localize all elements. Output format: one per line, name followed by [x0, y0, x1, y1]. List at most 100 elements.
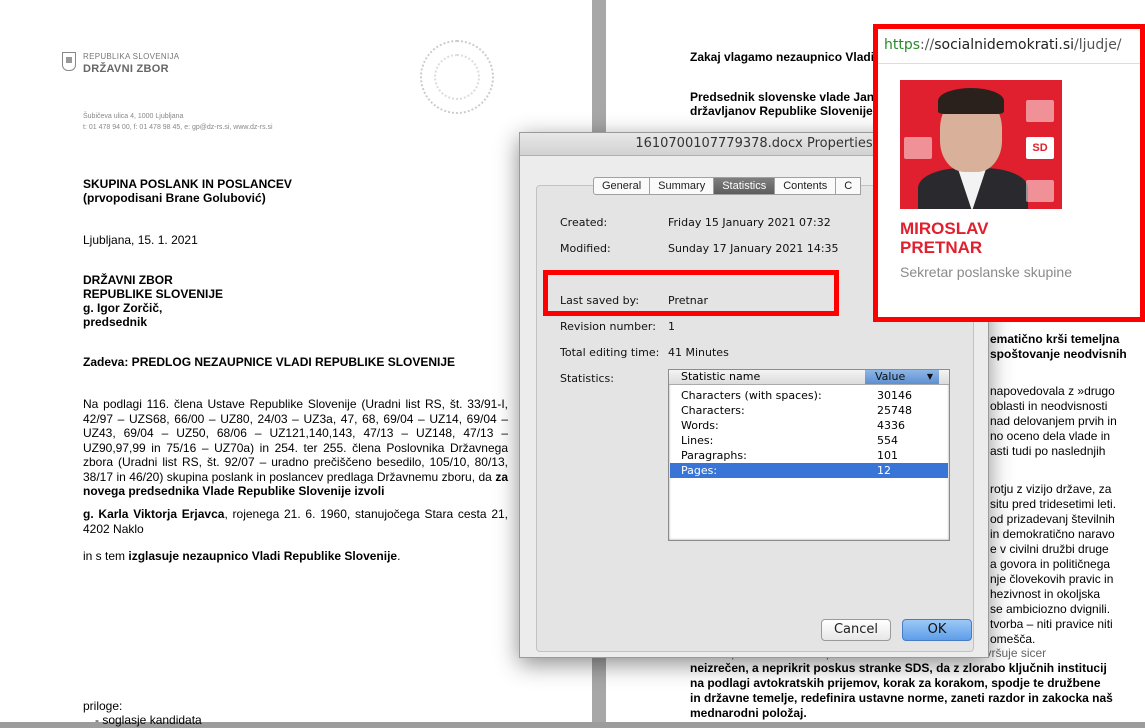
sd-logo-icon: SD: [1026, 137, 1054, 159]
revision-value: 1: [668, 320, 675, 333]
url-domain: socialnidemokrati.si: [934, 37, 1075, 53]
created-value: Friday 15 January 2021 07:32: [668, 216, 831, 229]
right-body-line: neizrečen, a neprikrit poskus stranke SD…: [690, 661, 1107, 675]
table-row[interactable]: Characters: 25748: [670, 403, 948, 418]
tab-statistics[interactable]: Statistics: [714, 177, 776, 195]
table-row[interactable]: Lines: 554: [670, 433, 948, 448]
right-text-fragment: asti tudi po naslednjih: [990, 444, 1106, 458]
sd-logo-icon: [1026, 100, 1054, 122]
right-text-fragment: e v civilni družbi druge: [990, 542, 1109, 556]
document-page-left: REPUBLIKA SLOVENIJA DRŽAVNI ZBOR Šubičev…: [0, 0, 592, 727]
person-name: MIROSLAV PRETNAR: [900, 219, 988, 257]
subject-line: Zadeva: PREDLOG NEZAUPNICE VLADI REPUBLI…: [83, 355, 456, 369]
right-intro-line: državljanov Republike Slovenije: [690, 104, 873, 118]
statistics-table[interactable]: Statistic name Value ▼ Characters (with s…: [668, 369, 950, 541]
table-row-selected[interactable]: Pages: 12: [670, 463, 948, 478]
closing-plain: in s tem: [83, 549, 126, 563]
sd-logo-icon: [904, 137, 932, 159]
closing-end: .: [397, 549, 401, 563]
tab-general[interactable]: General: [593, 177, 651, 195]
closing-paragraph: in s tem izglasuje nezaupnico Vladi Repu…: [83, 549, 508, 564]
right-heading: Zakaj vlagamo nezaupnico Vladi: [690, 50, 875, 64]
statistics-label: Statistics:: [560, 372, 614, 385]
row-value: 101: [877, 449, 898, 462]
right-intro-line: Predsednik slovenske vlade Jan: [690, 90, 875, 104]
row-value: 4336: [877, 419, 905, 432]
column-header-value-label: Value: [875, 370, 906, 383]
right-text-fragment: omešča.: [990, 632, 1036, 646]
attachments-label: priloge:: [83, 699, 123, 713]
right-text-fragment: se ambiciozno dvignili.: [990, 602, 1111, 616]
tab-summary[interactable]: Summary: [650, 177, 715, 195]
right-text-fragment: oblasti in neodvisnosti: [990, 399, 1108, 413]
ok-button[interactable]: OK: [902, 619, 972, 641]
row-name: Characters (with spaces):: [681, 389, 822, 402]
right-text-fragment: od prizadevanj številnih: [990, 512, 1115, 526]
right-text-fragment: rotju z vizijo države, za: [990, 482, 1112, 496]
tab-custom[interactable]: C: [836, 177, 862, 195]
recipient-line: DRŽAVNI ZBOR: [83, 273, 173, 287]
cancel-button[interactable]: Cancel: [821, 619, 891, 641]
group-subtitle: (prvopodisani Brane Golubović): [83, 191, 266, 205]
candidate-paragraph: g. Karla Viktorja Erjavca, rojenega 21. …: [83, 507, 508, 536]
profile-photo: SD: [900, 80, 1062, 209]
row-value: 554: [877, 434, 898, 447]
person-name-last: PRETNAR: [900, 238, 983, 257]
table-row[interactable]: Words: 4336: [670, 418, 948, 433]
last-saved-highlight: [543, 270, 839, 316]
url-separator: ://: [920, 37, 935, 53]
candidate-name: g. Karla Viktorja Erjavca: [83, 507, 225, 521]
right-text-fragment: napovedovala z »drugo: [990, 384, 1115, 398]
right-text-fragment: in demokratično naravo: [990, 527, 1115, 541]
column-header-value[interactable]: Value ▼: [865, 370, 939, 384]
person-role: Sekretar poslanske skupine: [900, 264, 1072, 280]
right-text-fragment: no oceno dela vlade in: [990, 429, 1111, 443]
column-header-name[interactable]: Statistic name: [681, 370, 760, 384]
photo-hair: [938, 88, 1004, 114]
url-divider: [878, 63, 1140, 64]
right-body-line: na podlagi avtokratskih prijemov, korak …: [690, 676, 1101, 690]
right-body-line: mednarodni položaj.: [690, 706, 807, 720]
editing-time-value: 41 Minutes: [668, 346, 729, 359]
url-scheme: https: [884, 37, 921, 53]
contact-line: t: 01 478 94 00, f: 01 478 98 45, e: gp@…: [83, 124, 273, 131]
main-paragraph: Na podlagi 116. člena Ustave Republike S…: [83, 397, 508, 499]
header-republic: REPUBLIKA SLOVENIJA: [83, 52, 180, 61]
group-title: SKUPINA POSLANK IN POSLANCEV: [83, 177, 292, 191]
address-line: Šubičeva ulica 4, 1000 Ljubljana: [83, 113, 184, 120]
row-name: Lines:: [681, 434, 714, 447]
sd-logo-icon: [1026, 180, 1054, 202]
tab-contents[interactable]: Contents: [775, 177, 837, 195]
coat-of-arms-icon: [62, 52, 76, 71]
url-path: /ljudje/: [1074, 37, 1122, 53]
right-text-fragment: situ pred tridesetimi leti.: [990, 497, 1117, 511]
row-name: Characters:: [681, 404, 745, 417]
table-row[interactable]: Characters (with spaces): 30146: [670, 388, 948, 403]
row-value: 12: [877, 464, 891, 477]
created-label: Created:: [560, 216, 608, 229]
right-body-line: in državne temelje, redefinira ustavne n…: [690, 691, 1113, 705]
header-parliament: DRŽAVNI ZBOR: [83, 63, 169, 75]
table-row[interactable]: Paragraphs: 101: [670, 448, 948, 463]
right-text-fragment: spoštovanje neodvisnih: [990, 347, 1127, 361]
sort-arrow-icon: ▼: [926, 372, 933, 381]
date-line: Ljubljana, 15. 1. 2021: [83, 233, 198, 247]
recipient-line: REPUBLIKE SLOVENIJE: [83, 287, 224, 301]
recipient-line: g. Igor Zorčič,: [83, 301, 163, 315]
modified-label: Modified:: [560, 242, 611, 255]
editing-time-label: Total editing time:: [560, 346, 660, 359]
paragraph-text: Na podlagi 116. člena Ustave Republike S…: [83, 397, 508, 484]
row-name: Pages:: [681, 464, 718, 477]
right-text-fragment: tvorba – niti pravice niti: [990, 617, 1113, 631]
row-value: 25748: [877, 404, 912, 417]
modified-value: Sunday 17 January 2021 14:35: [668, 242, 839, 255]
tab-bar: General Summary Statistics Contents C: [593, 177, 862, 195]
row-name: Paragraphs:: [681, 449, 747, 462]
url-bar[interactable]: https://socialnidemokrati.si/ljudje/: [884, 37, 1122, 53]
person-name-first: MIROSLAV: [900, 219, 989, 238]
attachment-item: - soglasje kandidata: [95, 713, 202, 727]
right-text-fragment: nje človekovih pravic in: [990, 572, 1114, 586]
right-text-fragment: ematično krši temeljna: [990, 332, 1120, 346]
row-name: Words:: [681, 419, 719, 432]
right-text-fragment: hezivnost in okoljska: [990, 587, 1101, 601]
